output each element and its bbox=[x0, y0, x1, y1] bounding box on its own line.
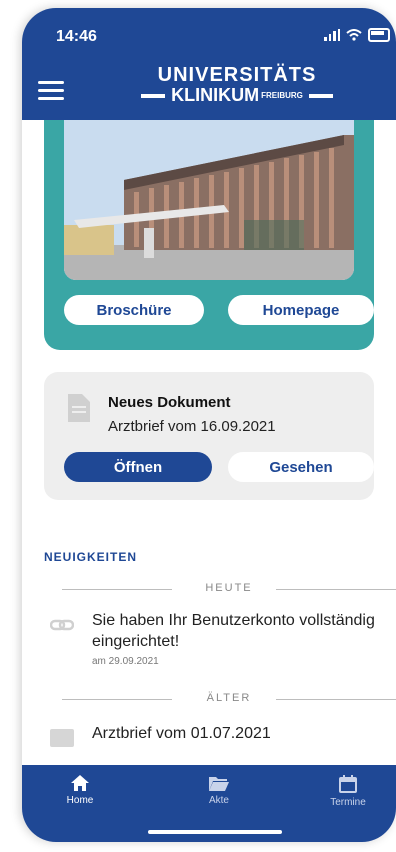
news-heading: NEUIGKEITEN bbox=[44, 550, 138, 564]
document-title: Neues Dokument bbox=[108, 394, 231, 411]
logo-klinikum: KLINIKUM bbox=[171, 85, 260, 105]
tab-home[interactable]: Home bbox=[40, 775, 120, 806]
clinic-building-image bbox=[64, 120, 354, 280]
wifi-icon bbox=[346, 29, 362, 41]
bottom-tab-bar: Home Akte Termine bbox=[22, 765, 396, 842]
menu-icon bbox=[38, 81, 64, 84]
home-content[interactable]: Broschüre Homepage Neues Dokument Arztbr… bbox=[22, 120, 396, 765]
older-label: ÄLTER bbox=[206, 692, 252, 704]
news-item[interactable]: Sie haben Ihr Benutzerkonto vollständig … bbox=[44, 610, 384, 670]
folder-icon bbox=[209, 777, 229, 791]
news-item-date: am 29.09.2021 bbox=[92, 656, 159, 667]
home-icon bbox=[71, 775, 89, 791]
app-screen: 14:46 UNIVERSITÄTS KLINIKUM FREIBURG Bro… bbox=[22, 8, 396, 842]
menu-button[interactable] bbox=[38, 81, 64, 100]
document-icon bbox=[68, 394, 90, 422]
battery-icon bbox=[368, 28, 390, 42]
logo-line2: KLINIKUM FREIBURG bbox=[112, 85, 362, 106]
status-icons bbox=[324, 28, 390, 42]
logo-freiburg: FREIBURG bbox=[261, 91, 303, 100]
new-document-card: Neues Dokument Arztbrief vom 16.09.2021 … bbox=[44, 372, 374, 500]
tab-akte[interactable]: Akte bbox=[179, 775, 259, 806]
today-label: HEUTE bbox=[205, 582, 253, 594]
tab-termine-label: Termine bbox=[330, 797, 366, 808]
mark-seen-button[interactable]: Gesehen bbox=[228, 452, 374, 482]
tab-akte-label: Akte bbox=[208, 795, 229, 806]
tab-termine[interactable]: Termine bbox=[308, 775, 388, 808]
homepage-button[interactable]: Homepage bbox=[228, 295, 374, 325]
document-icon bbox=[50, 729, 74, 747]
clinic-logo: UNIVERSITÄTS KLINIKUM FREIBURG bbox=[112, 64, 362, 106]
brochure-button[interactable]: Broschüre bbox=[64, 295, 204, 325]
home-indicator bbox=[148, 830, 282, 834]
link-icon bbox=[50, 619, 74, 631]
logo-line1: UNIVERSITÄTS bbox=[157, 64, 317, 86]
status-time: 14:46 bbox=[56, 28, 97, 45]
news-item[interactable]: Arztbrief vom 01.07.2021 bbox=[44, 723, 384, 753]
tab-home-label: Home bbox=[66, 795, 94, 806]
older-divider: ÄLTER bbox=[62, 692, 396, 706]
clinic-hero-card: Broschüre Homepage bbox=[44, 120, 374, 350]
document-subtitle: Arztbrief vom 16.09.2021 bbox=[108, 418, 276, 435]
open-document-button[interactable]: Öffnen bbox=[64, 452, 212, 482]
signal-icon bbox=[324, 29, 340, 41]
news-item-text: Sie haben Ihr Benutzerkonto vollständig … bbox=[92, 612, 375, 650]
today-divider: HEUTE bbox=[62, 582, 396, 596]
news-item-text: Arztbrief vom 01.07.2021 bbox=[92, 725, 271, 742]
app-header: 14:46 UNIVERSITÄTS KLINIKUM FREIBURG bbox=[22, 8, 396, 120]
calendar-icon bbox=[339, 775, 357, 793]
